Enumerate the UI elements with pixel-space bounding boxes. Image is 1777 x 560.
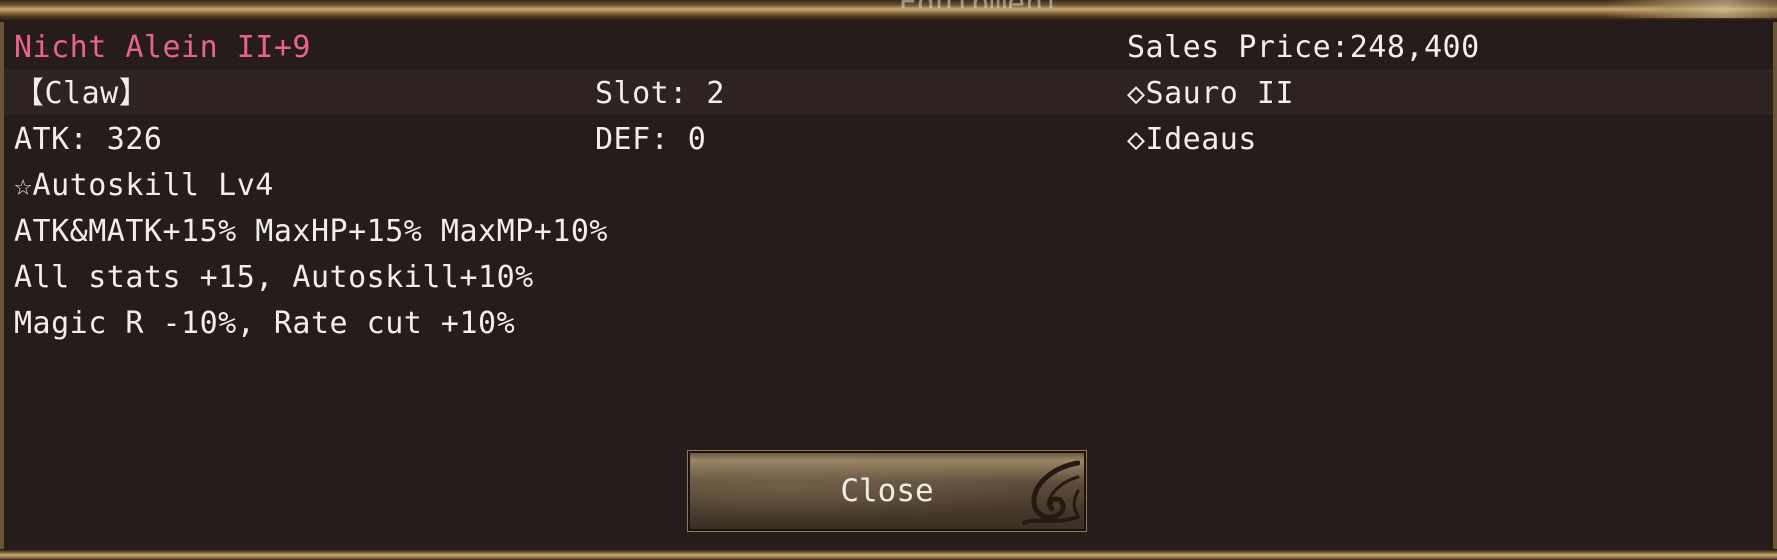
effect-line: Magic R -10%, Rate cut +10% (14, 306, 516, 341)
window-frame-top: Equipment (0, 0, 1777, 22)
slot-count: Slot: 2 (595, 76, 725, 111)
item-name: Nicht Alein II+9 (14, 30, 311, 65)
close-button-label: Close (840, 473, 934, 509)
effect-line: All stats +15, Autoskill+10% (14, 260, 534, 295)
autoskill-line: ☆Autoskill Lv4 (14, 168, 274, 203)
card-slot-item: ◇Sauro II (1127, 76, 1295, 111)
item-type: 【Claw】 (14, 76, 150, 111)
window-frame-left (0, 22, 4, 549)
atk-stat: ATK: 326 (14, 122, 163, 157)
window-title: Equipment (820, 0, 1140, 8)
window-frame-bottom (0, 549, 1777, 560)
frame-ornament (1607, 0, 1777, 18)
card-slot-item: ◇Ideaus (1127, 122, 1257, 157)
effect-line: ATK&MATK+15% MaxHP+15% MaxMP+10% (14, 214, 608, 249)
sales-price: Sales Price:248,400 (1127, 30, 1480, 65)
close-button[interactable]: Close (687, 450, 1087, 532)
window-frame-right (1773, 22, 1777, 549)
def-stat: DEF: 0 (595, 122, 707, 157)
row-highlight (4, 70, 1773, 114)
